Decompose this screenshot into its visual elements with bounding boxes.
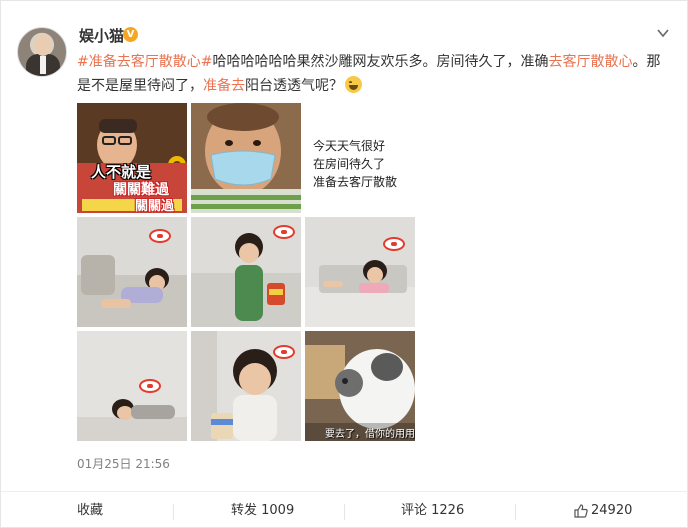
- hashtag-link[interactable]: #准备去客厅散散心#: [77, 54, 212, 70]
- text-image-line-2: 在房间待久了: [313, 157, 386, 171]
- divider: [515, 504, 516, 520]
- image-thumbnail-6[interactable]: [305, 217, 415, 327]
- text-image-line-1: 今天天气很好: [313, 139, 386, 153]
- image-thumbnail-7[interactable]: [77, 331, 187, 441]
- text-image-line-3: 准备去客厅散散: [313, 175, 398, 189]
- post-text: #准备去客厅散散心#哈哈哈哈哈哈果然沙雕网友欢乐多。房间待久了，准确去客厅散散心…: [77, 50, 667, 98]
- image-grid: 人不就是 關關難過 關關過 今天天气很好 在房间待久了 准备去客厅散散 要去了，…: [77, 103, 415, 441]
- verified-badge-icon: V: [123, 27, 138, 42]
- divider: [173, 504, 174, 520]
- image-thumbnail-3[interactable]: 今天天气很好 在房间待久了 准备去客厅散散: [305, 103, 415, 213]
- topic-link[interactable]: 去客厅散散心: [548, 54, 632, 70]
- divider: [344, 504, 345, 520]
- favorite-button[interactable]: 收藏: [77, 492, 103, 528]
- avatar-head: [34, 34, 52, 56]
- weibo-post-card: 娱小猫 V #准备去客厅散散心#哈哈哈哈哈哈果然沙雕网友欢乐多。房间待久了，准确…: [0, 0, 688, 528]
- avatar-tie: [40, 56, 46, 74]
- post-timestamp[interactable]: 01月25日 21:56: [77, 455, 170, 472]
- post-text-segment: 阳台透透气呢？: [245, 78, 343, 94]
- avatar[interactable]: [17, 27, 67, 77]
- image-thumbnail-9[interactable]: 要去了，借你的用用: [305, 331, 415, 441]
- watermark-logo-icon: [149, 229, 171, 243]
- comment-button[interactable]: 评论 1226: [401, 492, 464, 528]
- cat-caption: 要去了，借你的用用: [325, 429, 415, 440]
- action-bar: 收藏 转发 1009 评论 1226 24920: [1, 491, 688, 528]
- image-thumbnail-2[interactable]: [191, 103, 301, 213]
- kid-mask-image: [191, 103, 301, 213]
- topic-link[interactable]: 准备去: [203, 78, 245, 94]
- watermark-logo-icon: [273, 225, 295, 239]
- chevron-down-icon[interactable]: [655, 25, 671, 41]
- post-text-segment: 哈哈哈哈哈哈果然沙雕网友欢乐多。房间待久了，准确: [212, 54, 549, 70]
- meme-caption-3: 關關過: [135, 199, 175, 213]
- image-thumbnail-1[interactable]: 人不就是 關關難過 關關過: [77, 103, 187, 213]
- image-thumbnail-4[interactable]: [77, 217, 187, 327]
- like-count[interactable]: 24920: [591, 492, 632, 528]
- repost-button[interactable]: 转发 1009: [231, 492, 294, 528]
- watermark-logo-icon: [139, 379, 161, 393]
- watermark-logo-icon: [273, 345, 295, 359]
- girl-floor-image: [305, 217, 415, 327]
- laughing-emoji-icon: [345, 76, 362, 93]
- username[interactable]: 娱小猫: [79, 25, 124, 46]
- thumbs-up-icon[interactable]: [574, 504, 588, 518]
- image-thumbnail-8[interactable]: [191, 331, 301, 441]
- image-thumbnail-5[interactable]: [191, 217, 301, 327]
- girl-sleeping-image: [77, 331, 187, 441]
- watermark-logo-icon: [383, 237, 405, 251]
